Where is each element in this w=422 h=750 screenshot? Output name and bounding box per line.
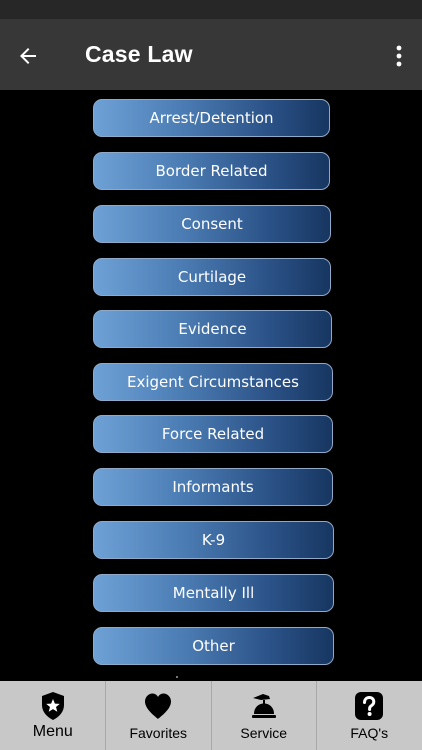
nav-menu-label: Menu: [32, 723, 73, 740]
more-vert-icon: [396, 45, 402, 67]
category-button-consent[interactable]: Consent: [93, 205, 331, 243]
app-bar: Case Law: [0, 19, 422, 90]
category-list[interactable]: Arrest/Detention Border Related Consent …: [0, 90, 422, 681]
back-button[interactable]: [8, 36, 48, 76]
nav-service[interactable]: Service: [211, 681, 317, 750]
category-button-evidence[interactable]: Evidence: [93, 310, 332, 348]
nav-favorites-label: Favorites: [129, 725, 188, 741]
heart-icon: [145, 693, 172, 719]
category-button-mentally-ill[interactable]: Mentally Ill: [93, 574, 334, 612]
category-button-k9[interactable]: K-9: [93, 521, 334, 559]
nav-faqs-label: FAQ's: [350, 725, 389, 741]
scroll-indicator: [176, 676, 178, 678]
nav-menu[interactable]: Menu: [0, 681, 106, 750]
bottom-nav: Menu Favorites Service FAQ's: [0, 681, 422, 750]
category-button-curtilage[interactable]: Curtilage: [93, 258, 331, 296]
category-button-arrest-detention[interactable]: Arrest/Detention: [93, 99, 330, 137]
category-button-exigent-circumstances[interactable]: Exigent Circumstances: [93, 363, 333, 401]
nav-service-label: Service: [240, 725, 288, 741]
category-button-force-related[interactable]: Force Related: [93, 415, 333, 453]
category-button-informants[interactable]: Informants: [93, 468, 333, 506]
status-bar: [0, 0, 422, 19]
question-icon: [355, 692, 384, 720]
page-title: Case Law: [85, 41, 193, 67]
arrow-left-icon: [20, 48, 36, 64]
nav-faqs[interactable]: FAQ's: [317, 681, 422, 750]
nav-favorites[interactable]: Favorites: [106, 681, 212, 750]
service-bell-icon: [251, 694, 276, 718]
overflow-menu-button[interactable]: [384, 36, 414, 76]
category-button-border-related[interactable]: Border Related: [93, 152, 330, 190]
shield-star-icon: [41, 692, 64, 720]
category-button-other[interactable]: Other: [93, 627, 334, 665]
